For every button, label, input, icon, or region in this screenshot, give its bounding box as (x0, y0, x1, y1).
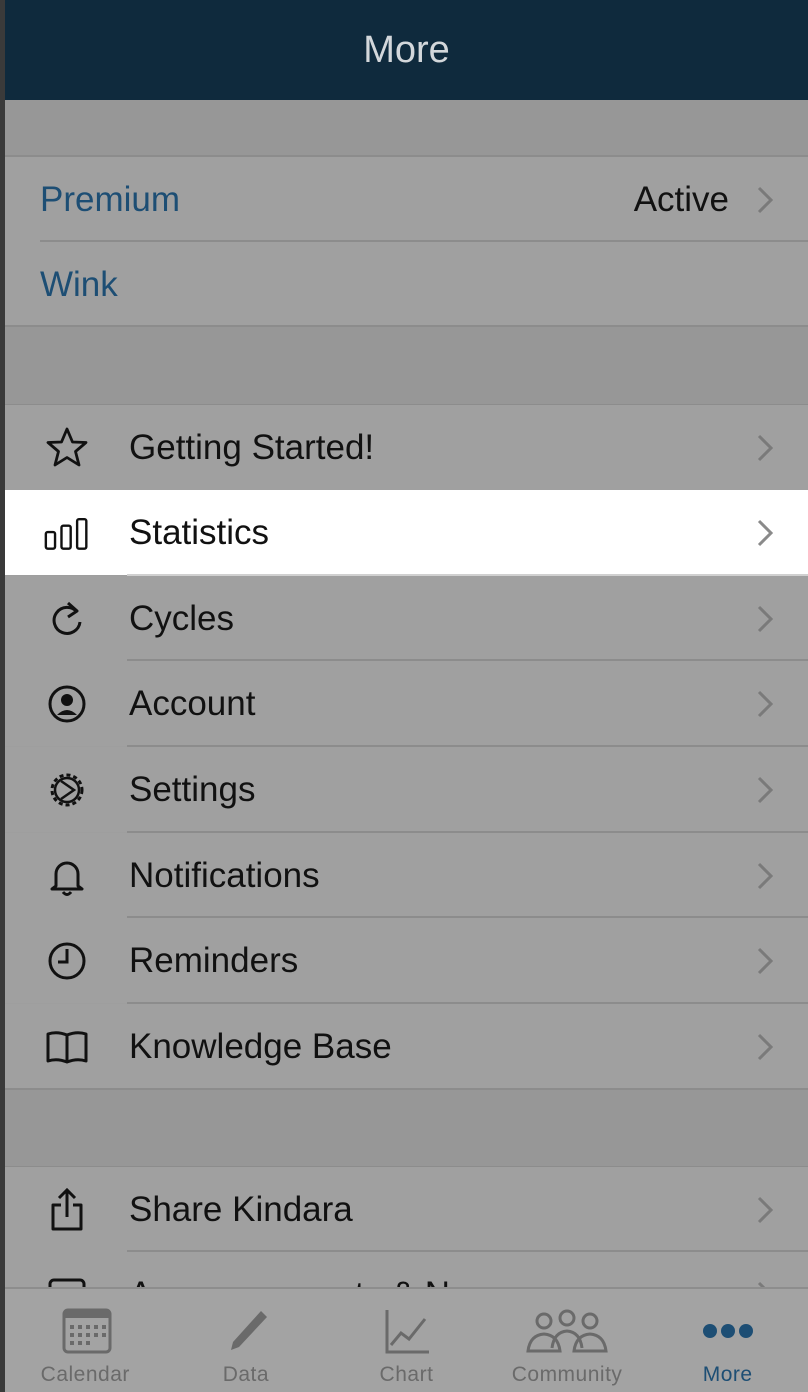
bell-icon (5, 853, 129, 899)
menu-item-label: Statistics (129, 512, 270, 552)
tab-label: Calendar (40, 1363, 130, 1386)
menu-item-statistics[interactable]: Statistics (5, 490, 808, 575)
more-screen: More Premium Active Wink Getting Started… (5, 0, 808, 1392)
chevron-right-icon (757, 776, 774, 803)
people-icon (526, 1309, 608, 1353)
chevron-right-icon (757, 862, 774, 889)
tab-community[interactable]: Community (487, 1289, 648, 1392)
tab-calendar[interactable]: Calendar (5, 1289, 166, 1392)
menu-item-label: Settings (129, 769, 256, 809)
wink-label: Wink (40, 264, 118, 304)
more-dots-icon (702, 1324, 753, 1338)
gear-icon (5, 767, 129, 813)
tab-label: Community (511, 1363, 623, 1386)
tab-bar: Calendar Data Chart Community More (5, 1287, 808, 1392)
menu-item-label: Getting Started! (129, 427, 375, 467)
chevron-right-icon (757, 947, 774, 974)
menu-item-settings[interactable]: Settings (5, 747, 808, 832)
section-gap (5, 100, 808, 155)
refresh-icon (5, 596, 129, 642)
tab-label: Chart (379, 1363, 434, 1386)
section-gap (5, 1090, 808, 1166)
menu-item-getting-started[interactable]: Getting Started! (5, 405, 808, 490)
share-icon (5, 1187, 129, 1233)
menu-item-share-kindara[interactable]: Share Kindara (5, 1167, 808, 1252)
premium-row[interactable]: Premium Active (5, 157, 808, 242)
navigation-bar: More (5, 0, 808, 100)
menu-item-label: Account (129, 683, 256, 723)
menu-item-reminders[interactable]: Reminders (5, 918, 808, 1003)
section-gap (5, 327, 808, 404)
chevron-right-icon (757, 519, 774, 546)
star-icon (5, 425, 129, 471)
bar-chart-icon (5, 510, 129, 556)
user-circle-icon (5, 681, 129, 727)
menu-item-cycles[interactable]: Cycles (5, 576, 808, 661)
calendar-icon (62, 1308, 112, 1354)
tab-more[interactable]: More (647, 1289, 808, 1392)
menu-item-account[interactable]: Account (5, 661, 808, 746)
chevron-right-icon (757, 1033, 774, 1060)
chevron-right-icon (757, 1196, 774, 1223)
tab-data[interactable]: Data (166, 1289, 327, 1392)
page-title: More (363, 28, 450, 71)
menu-item-label: Knowledge Base (129, 1026, 392, 1066)
wink-row[interactable]: Wink (5, 242, 808, 327)
menu-item-label: Reminders (129, 940, 299, 980)
chevron-right-icon (757, 434, 774, 461)
clock-icon (5, 938, 129, 984)
menu-item-label: Notifications (129, 855, 320, 895)
tab-label: More (702, 1363, 753, 1386)
tab-chart[interactable]: Chart (326, 1289, 487, 1392)
premium-label: Premium (40, 179, 181, 219)
menu-item-knowledge-base[interactable]: Knowledge Base (5, 1004, 808, 1089)
chevron-right-icon (757, 186, 774, 213)
premium-status-value: Active (633, 179, 729, 219)
menu-item-notifications[interactable]: Notifications (5, 833, 808, 918)
pencil-icon (230, 1311, 267, 1350)
book-icon (5, 1024, 129, 1070)
tab-label: Data (222, 1363, 270, 1386)
menu-item-label: Share Kindara (129, 1189, 353, 1229)
menu-item-label: Cycles (129, 598, 235, 638)
chevron-right-icon (757, 605, 774, 632)
chevron-right-icon (757, 690, 774, 717)
line-chart-icon (385, 1310, 430, 1354)
